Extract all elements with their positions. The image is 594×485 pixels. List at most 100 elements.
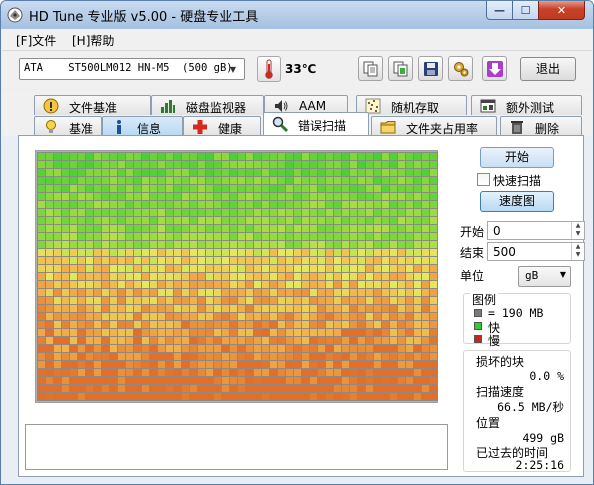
save-button[interactable]	[418, 56, 443, 81]
tab-disk-monitor[interactable]: 磁盘监视器	[151, 95, 264, 115]
block-cell	[142, 305, 149, 312]
block-cell	[214, 305, 221, 312]
block-cell	[294, 153, 301, 160]
block-cell	[78, 201, 85, 208]
block-cell	[190, 361, 197, 368]
options-button[interactable]	[448, 56, 473, 81]
block-cell	[326, 369, 333, 376]
block-cell	[150, 169, 157, 176]
start-spin-arrows-icon[interactable]: ▲ ▼	[571, 222, 584, 239]
block-cell	[206, 305, 213, 312]
block-cell	[286, 369, 293, 376]
block-cell	[422, 233, 429, 240]
tab-erase[interactable]: 删除	[500, 116, 582, 136]
block-cell	[382, 217, 389, 224]
block-cell	[358, 193, 365, 200]
title-bar[interactable]: HD Tune 专业版 v5.00 - 硬盘专业工具 — ☐ ✕	[1, 1, 593, 28]
block-cell	[422, 177, 429, 184]
thermometer-button[interactable]	[257, 56, 281, 82]
block-cell	[86, 273, 93, 280]
block-cell	[222, 241, 229, 248]
stats-box: 损坏的块 0.0 % 扫描速度 66.5 MB/秒 位置 499 gB 已过去的…	[463, 350, 571, 472]
tab-folder-usage[interactable]: 文件夹占用率	[371, 116, 497, 136]
block-cell	[294, 361, 301, 368]
block-cell	[158, 361, 165, 368]
start-field[interactable]: 0 ▲ ▼	[487, 221, 585, 240]
block-cell	[238, 305, 245, 312]
block-cell	[358, 161, 365, 168]
exit-button[interactable]: 退出	[520, 57, 576, 81]
block-cell	[262, 377, 269, 384]
tab-extra-tests[interactable]: 额外测试	[471, 95, 582, 115]
block-cell	[318, 241, 325, 248]
block-cell	[278, 233, 285, 240]
block-cell	[254, 161, 261, 168]
block-cell	[78, 161, 85, 168]
block-cell	[86, 353, 93, 360]
block-cell	[334, 369, 341, 376]
block-cell	[398, 161, 405, 168]
block-cell	[214, 321, 221, 328]
block-cell	[190, 321, 197, 328]
close-button[interactable]: ✕	[538, 1, 585, 20]
drive-select[interactable]: ATA ST500LM012 HN-M5 (500 gB) ▼	[19, 58, 245, 80]
block-cell	[102, 169, 109, 176]
block-cell	[78, 345, 85, 352]
block-cell	[270, 305, 277, 312]
block-cell	[142, 169, 149, 176]
block-cell	[422, 329, 429, 336]
tab-error-scan[interactable]: 错误扫描	[263, 112, 369, 136]
speed-map-button[interactable]: 速度图	[480, 191, 554, 212]
block-cell	[166, 225, 173, 232]
block-cell	[366, 265, 373, 272]
block-cell	[350, 273, 357, 280]
block-cell	[350, 329, 357, 336]
block-cell	[166, 265, 173, 272]
end-spin-arrows-icon[interactable]: ▲ ▼	[571, 243, 584, 260]
end-field[interactable]: 500 ▲ ▼	[487, 242, 585, 261]
block-cell	[246, 257, 253, 264]
log-area[interactable]	[25, 424, 448, 470]
block-cell	[414, 177, 421, 184]
minimize-button[interactable]: —	[486, 1, 513, 20]
block-cell	[414, 297, 421, 304]
block-cell	[134, 233, 141, 240]
block-cell	[398, 329, 405, 336]
block-cell	[238, 161, 245, 168]
menu-file[interactable]: [F]文件	[16, 32, 56, 49]
block-cell	[238, 209, 245, 216]
block-cell	[382, 289, 389, 296]
copy-text-button[interactable]	[358, 56, 383, 81]
copy-screenshot-button[interactable]	[388, 56, 413, 81]
tab-info[interactable]: 信息	[102, 116, 183, 136]
block-cell	[86, 313, 93, 320]
tab-health[interactable]: 健康	[183, 116, 261, 136]
block-cell	[358, 385, 365, 392]
block-cell	[102, 257, 109, 264]
start-button[interactable]: 开始	[480, 147, 554, 168]
block-cell	[430, 273, 437, 280]
block-cell	[46, 273, 53, 280]
block-cell	[102, 193, 109, 200]
download-button[interactable]	[482, 56, 507, 81]
block-cell	[54, 193, 61, 200]
block-cell	[54, 321, 61, 328]
quick-scan-checkbox[interactable]	[477, 173, 490, 186]
maximize-button[interactable]: ☐	[512, 1, 539, 20]
block-cell	[110, 345, 117, 352]
unit-select[interactable]: gB ▼	[518, 266, 571, 287]
block-cell	[46, 177, 53, 184]
block-cell	[398, 337, 405, 344]
tab-file-benchmark[interactable]: 文件基准	[34, 95, 151, 115]
block-cell	[190, 185, 197, 192]
block-cell	[166, 353, 173, 360]
block-cell	[166, 297, 173, 304]
menu-help[interactable]: [H]帮助	[72, 32, 114, 49]
block-cell	[310, 369, 317, 376]
block-cell	[342, 361, 349, 368]
block-cell	[174, 161, 181, 168]
block-cell	[278, 329, 285, 336]
block-cell	[430, 209, 437, 216]
tab-random-access[interactable]: 随机存取	[356, 95, 467, 115]
tab-benchmark[interactable]: 基准	[34, 116, 102, 136]
